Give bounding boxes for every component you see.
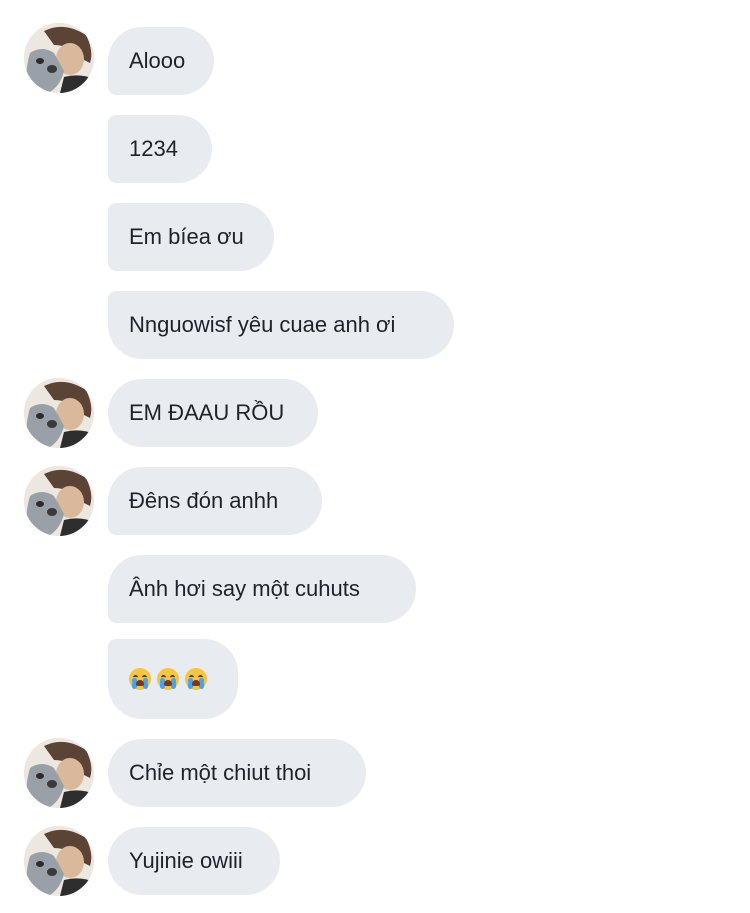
avatar[interactable] [24, 23, 94, 93]
message-row: Nnguowisf yêu cuae anh ơi [0, 291, 750, 359]
message-bubble[interactable]: Alooo [108, 27, 214, 95]
message-row: Chỉe một chiut thoi [0, 738, 750, 808]
message-text: Đêns đón anhh [129, 488, 279, 513]
message-text: Yujinie owiii [129, 848, 243, 873]
message-bubble-emoji[interactable] [108, 639, 238, 719]
message-row: Yujinie owiii [0, 826, 750, 896]
avatar[interactable] [24, 826, 94, 896]
message-bubble[interactable]: Ânh hơi say một cuhuts [108, 555, 416, 623]
message-bubble[interactable]: Chỉe một chiut thoi [108, 739, 366, 807]
message-bubble[interactable]: EM ĐAAU RỒU [108, 379, 318, 447]
message-bubble[interactable]: 1234 [108, 115, 212, 183]
crying-face-icon [157, 668, 179, 690]
message-row: EM ĐAAU RỒU [0, 378, 750, 448]
message-row: Alooo [0, 23, 750, 95]
message-text: Nnguowisf yêu cuae anh ơi [129, 312, 396, 337]
avatar[interactable] [24, 466, 94, 536]
message-bubble[interactable]: Em bíea ơu [108, 203, 274, 271]
emoji-group [129, 668, 207, 690]
avatar[interactable] [24, 378, 94, 448]
crying-face-icon [129, 668, 151, 690]
crying-face-icon [185, 668, 207, 690]
avatar[interactable] [24, 738, 94, 808]
message-text: Ânh hơi say một cuhuts [129, 576, 360, 601]
message-text: Alooo [129, 48, 186, 73]
message-text: 1234 [129, 136, 178, 161]
message-bubble[interactable]: Đêns đón anhh [108, 467, 322, 535]
message-text: EM ĐAAU RỒU [129, 400, 285, 425]
message-text: Em bíea ơu [129, 224, 244, 249]
message-text: Chỉe một chiut thoi [129, 760, 312, 785]
message-row: Ânh hơi say một cuhuts [0, 555, 750, 623]
message-row: Đêns đón anhh [0, 466, 750, 536]
message-row [0, 639, 750, 719]
message-row: Em bíea ơu [0, 203, 750, 271]
message-bubble[interactable]: Yujinie owiii [108, 827, 280, 895]
message-bubble[interactable]: Nnguowisf yêu cuae anh ơi [108, 291, 454, 359]
message-row: 1234 [0, 115, 750, 183]
